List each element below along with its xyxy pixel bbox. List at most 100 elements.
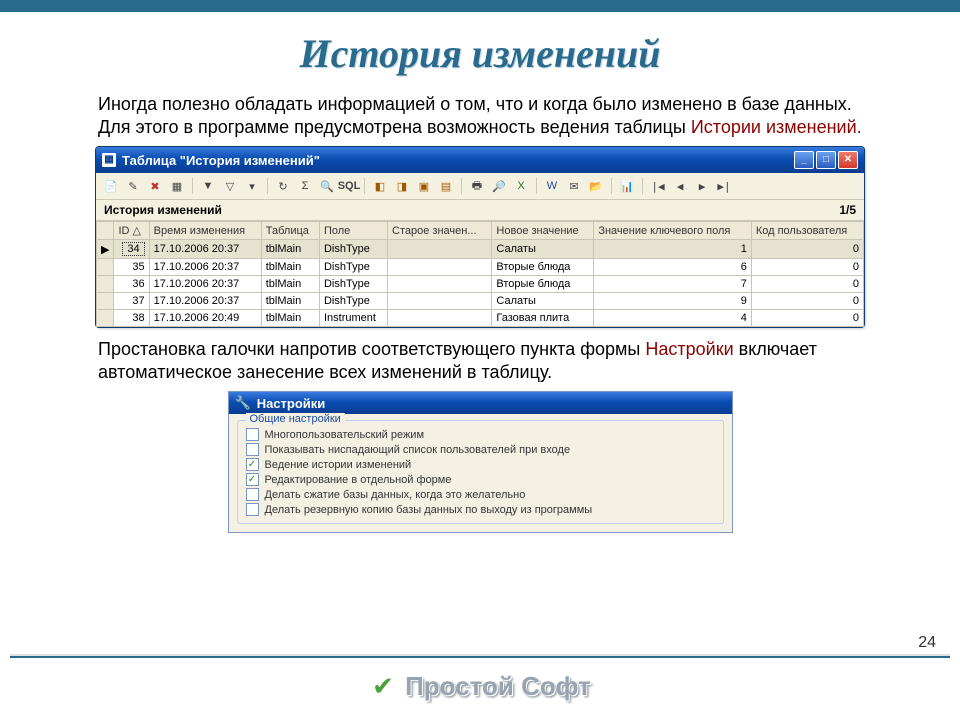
cell-time: 17.10.2006 20:49	[149, 310, 261, 327]
cell-user: 0	[751, 276, 863, 293]
maximize-button[interactable]: □	[816, 151, 836, 169]
window-icon: ▦	[102, 153, 116, 167]
next-record-icon[interactable]: ▶	[693, 177, 711, 195]
print-icon[interactable]: 🖶	[468, 177, 486, 195]
brand-text: Простой Софт	[405, 671, 591, 702]
slide-description-2: Простановка галочки напротив соответству…	[98, 338, 862, 383]
option-label: Показывать ниспадающий список пользовате…	[265, 444, 571, 456]
settings-window: 🔧 Настройки Общие настройки Многопользов…	[228, 391, 733, 533]
col-field[interactable]: Поле	[319, 222, 387, 240]
word-icon[interactable]: W	[543, 177, 561, 195]
checkbox-icon[interactable]	[246, 458, 259, 471]
filter-icon[interactable]: ▼	[199, 177, 217, 195]
col-table[interactable]: Таблица	[261, 222, 319, 240]
cell-field: DishType	[319, 293, 387, 310]
checkbox-icon[interactable]	[246, 473, 259, 486]
tool-c-icon[interactable]: ▣	[415, 177, 433, 195]
settings-option[interactable]: Показывать ниспадающий список пользовате…	[246, 442, 715, 457]
col-old[interactable]: Старое значен...	[388, 222, 492, 240]
table-row[interactable]: 3617.10.2006 20:37tblMainDishTypeВторые …	[97, 276, 864, 293]
col-time[interactable]: Время изменения	[149, 222, 261, 240]
info-count: 1/5	[839, 203, 856, 217]
history-window: ▦ Таблица "История изменений" _ □ ✕ 📄 ✎ …	[95, 146, 865, 328]
chart-icon[interactable]: 📊	[618, 177, 636, 195]
cell-user: 0	[751, 310, 863, 327]
row-marker	[97, 310, 114, 327]
window-title: Таблица "История изменений"	[122, 153, 320, 168]
minimize-button[interactable]: _	[794, 151, 814, 169]
cell-old	[388, 276, 492, 293]
cell-id: 37	[114, 293, 149, 310]
hammer-icon: 🔧	[235, 395, 251, 411]
find-icon[interactable]: 🔍	[318, 177, 336, 195]
page-number: 24	[918, 634, 936, 652]
excel-icon[interactable]: X	[512, 177, 530, 195]
filter-apply-icon[interactable]: ▾	[243, 177, 261, 195]
settings-title-text: Настройки	[257, 396, 326, 411]
open-icon[interactable]: 📂	[587, 177, 605, 195]
sql-button[interactable]: SQL	[340, 177, 358, 195]
cell-table: tblMain	[261, 310, 319, 327]
cell-table: tblMain	[261, 293, 319, 310]
group-legend: Общие настройки	[246, 413, 345, 425]
table-row[interactable]: 3717.10.2006 20:37tblMainDishTypeСалаты9…	[97, 293, 864, 310]
cell-new: Вторые блюда	[492, 259, 594, 276]
tool-d-icon[interactable]: ▤	[437, 177, 455, 195]
sum-icon[interactable]: Σ	[296, 177, 314, 195]
row-marker	[97, 276, 114, 293]
slide-title: История изменений	[50, 30, 910, 77]
tool-b-icon[interactable]: ◨	[393, 177, 411, 195]
cell-time: 17.10.2006 20:37	[149, 293, 261, 310]
cell-table: tblMain	[261, 259, 319, 276]
footer: ✔ Простой Софт	[0, 671, 960, 702]
table-row[interactable]: ▶3417.10.2006 20:37tblMainDishTypeСалаты…	[97, 240, 864, 259]
cell-user: 0	[751, 293, 863, 310]
settings-option[interactable]: Делать сжатие базы данных, когда это жел…	[246, 487, 715, 502]
col-key[interactable]: Значение ключевого поля	[594, 222, 751, 240]
cell-new: Салаты	[492, 240, 594, 259]
settings-titlebar: 🔧 Настройки	[229, 392, 732, 414]
close-button[interactable]: ✕	[838, 151, 858, 169]
col-id[interactable]: ID △	[114, 222, 149, 240]
settings-option[interactable]: Делать резервную копию базы данных по вы…	[246, 502, 715, 517]
last-record-icon[interactable]: ▶|	[715, 177, 733, 195]
checkbox-icon[interactable]	[246, 488, 259, 501]
cell-time: 17.10.2006 20:37	[149, 276, 261, 293]
settings-option[interactable]: Ведение истории изменений	[246, 457, 715, 472]
slide-top-bar	[0, 0, 960, 12]
cell-id: 34	[114, 240, 149, 259]
refresh-icon[interactable]: ↻	[274, 177, 292, 195]
col-new[interactable]: Новое значение	[492, 222, 594, 240]
table-row[interactable]: 3817.10.2006 20:49tblMainInstrumentГазов…	[97, 310, 864, 327]
table-info-row: История изменений 1/5	[96, 200, 864, 221]
desc1-highlight: Истории изменений.	[691, 117, 862, 137]
tool-a-icon[interactable]: ◧	[371, 177, 389, 195]
checkbox-icon[interactable]	[246, 443, 259, 456]
prev-record-icon[interactable]: ◀	[671, 177, 689, 195]
cell-table: tblMain	[261, 240, 319, 259]
settings-option[interactable]: Редактирование в отдельной форме	[246, 472, 715, 487]
preview-icon[interactable]: 🔎	[490, 177, 508, 195]
grid-icon[interactable]: ▦	[168, 177, 186, 195]
checkbox-icon[interactable]	[246, 503, 259, 516]
filter-clear-icon[interactable]: ▽	[221, 177, 239, 195]
settings-option[interactable]: Многопользовательский режим	[246, 427, 715, 442]
new-icon[interactable]: 📄	[102, 177, 120, 195]
cell-table: tblMain	[261, 276, 319, 293]
desc2-highlight: Настройки	[645, 339, 733, 359]
first-record-icon[interactable]: |◀	[649, 177, 667, 195]
delete-icon[interactable]: ✖	[146, 177, 164, 195]
edit-icon[interactable]: ✎	[124, 177, 142, 195]
checkbox-icon[interactable]	[246, 428, 259, 441]
footer-divider	[10, 654, 950, 658]
table-row[interactable]: 3517.10.2006 20:37tblMainDishTypeВторые …	[97, 259, 864, 276]
window-titlebar: ▦ Таблица "История изменений" _ □ ✕	[96, 147, 864, 173]
settings-groupbox: Общие настройки Многопользовательский ре…	[237, 420, 724, 524]
cell-old	[388, 293, 492, 310]
col-user[interactable]: Код пользователя	[751, 222, 863, 240]
cell-field: DishType	[319, 240, 387, 259]
mail-icon[interactable]: ✉	[565, 177, 583, 195]
cell-field: Instrument	[319, 310, 387, 327]
option-label: Редактирование в отдельной форме	[265, 474, 452, 486]
history-grid[interactable]: ID △ Время изменения Таблица Поле Старое…	[96, 221, 864, 327]
